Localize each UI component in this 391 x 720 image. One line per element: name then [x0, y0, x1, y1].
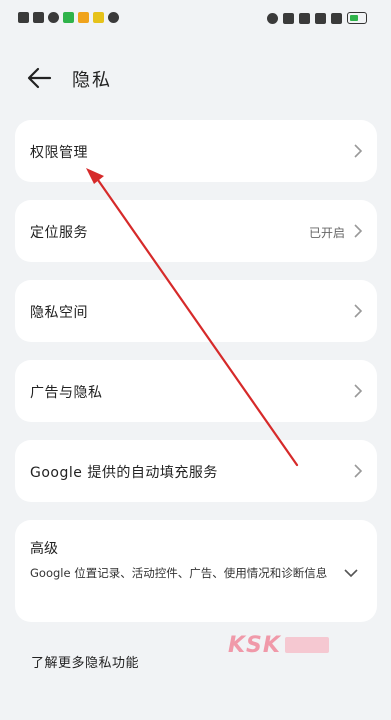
list-item-autofill[interactable]: Google 提供的自动填充服务: [15, 440, 377, 502]
list-item-label: 广告与隐私: [30, 385, 103, 401]
status-value: 已开启: [308, 226, 345, 240]
advanced-title: 高级: [30, 541, 58, 557]
chevron-right-icon: [354, 144, 363, 158]
list-item-private-space[interactable]: 隐私空间: [15, 280, 377, 342]
list-item-label: Google 提供的自动填充服务: [30, 465, 218, 481]
status-bar: [0, 0, 391, 46]
app-notification-icon: [93, 12, 104, 23]
list-item-permissions[interactable]: 权限管理: [15, 120, 377, 182]
chevron-right-icon: [354, 224, 363, 238]
list-item-ads-privacy[interactable]: 广告与隐私: [15, 360, 377, 422]
vibrate-icon: [299, 12, 310, 24]
status-right-icons: [267, 12, 367, 24]
app-notification-icon: [48, 12, 59, 23]
page-title: 隐私: [72, 70, 112, 91]
app-notification-icon: [78, 12, 89, 23]
chevron-down-icon: [344, 569, 358, 578]
list-item-location[interactable]: 定位服务 已开启: [15, 200, 377, 262]
list-item-label: 权限管理: [30, 145, 88, 161]
mute-icon: [331, 12, 342, 24]
advanced-section[interactable]: 高级 Google 位置记录、活动控件、广告、使用情况和诊断信息: [15, 520, 377, 622]
signal-icon: [33, 12, 44, 23]
watermark-badge: [284, 637, 329, 653]
list-item-label: 隐私空间: [30, 305, 88, 321]
watermark-logo: KSK: [228, 632, 281, 658]
eye-icon: [267, 12, 278, 24]
chevron-right-icon: [354, 384, 363, 398]
nfc-icon: [283, 12, 294, 24]
back-button[interactable]: [22, 62, 56, 94]
chevron-right-icon: [354, 464, 363, 478]
learn-more-link[interactable]: 了解更多隐私功能: [31, 652, 139, 671]
bluetooth-icon: [315, 12, 326, 24]
app-notification-icon: [63, 12, 74, 23]
notification-icon: [18, 12, 29, 23]
chevron-right-icon: [354, 304, 363, 318]
back-arrow-icon: [27, 67, 52, 89]
app-notification-icon: [108, 12, 119, 23]
list-item-label: 定位服务: [30, 225, 88, 241]
header: 隐私: [0, 58, 391, 98]
battery-icon: [347, 12, 367, 24]
status-left-icons: [18, 12, 119, 23]
advanced-description: Google 位置记录、活动控件、广告、使用情况和诊断信息: [30, 566, 328, 580]
watermark: KSK: [228, 632, 338, 658]
